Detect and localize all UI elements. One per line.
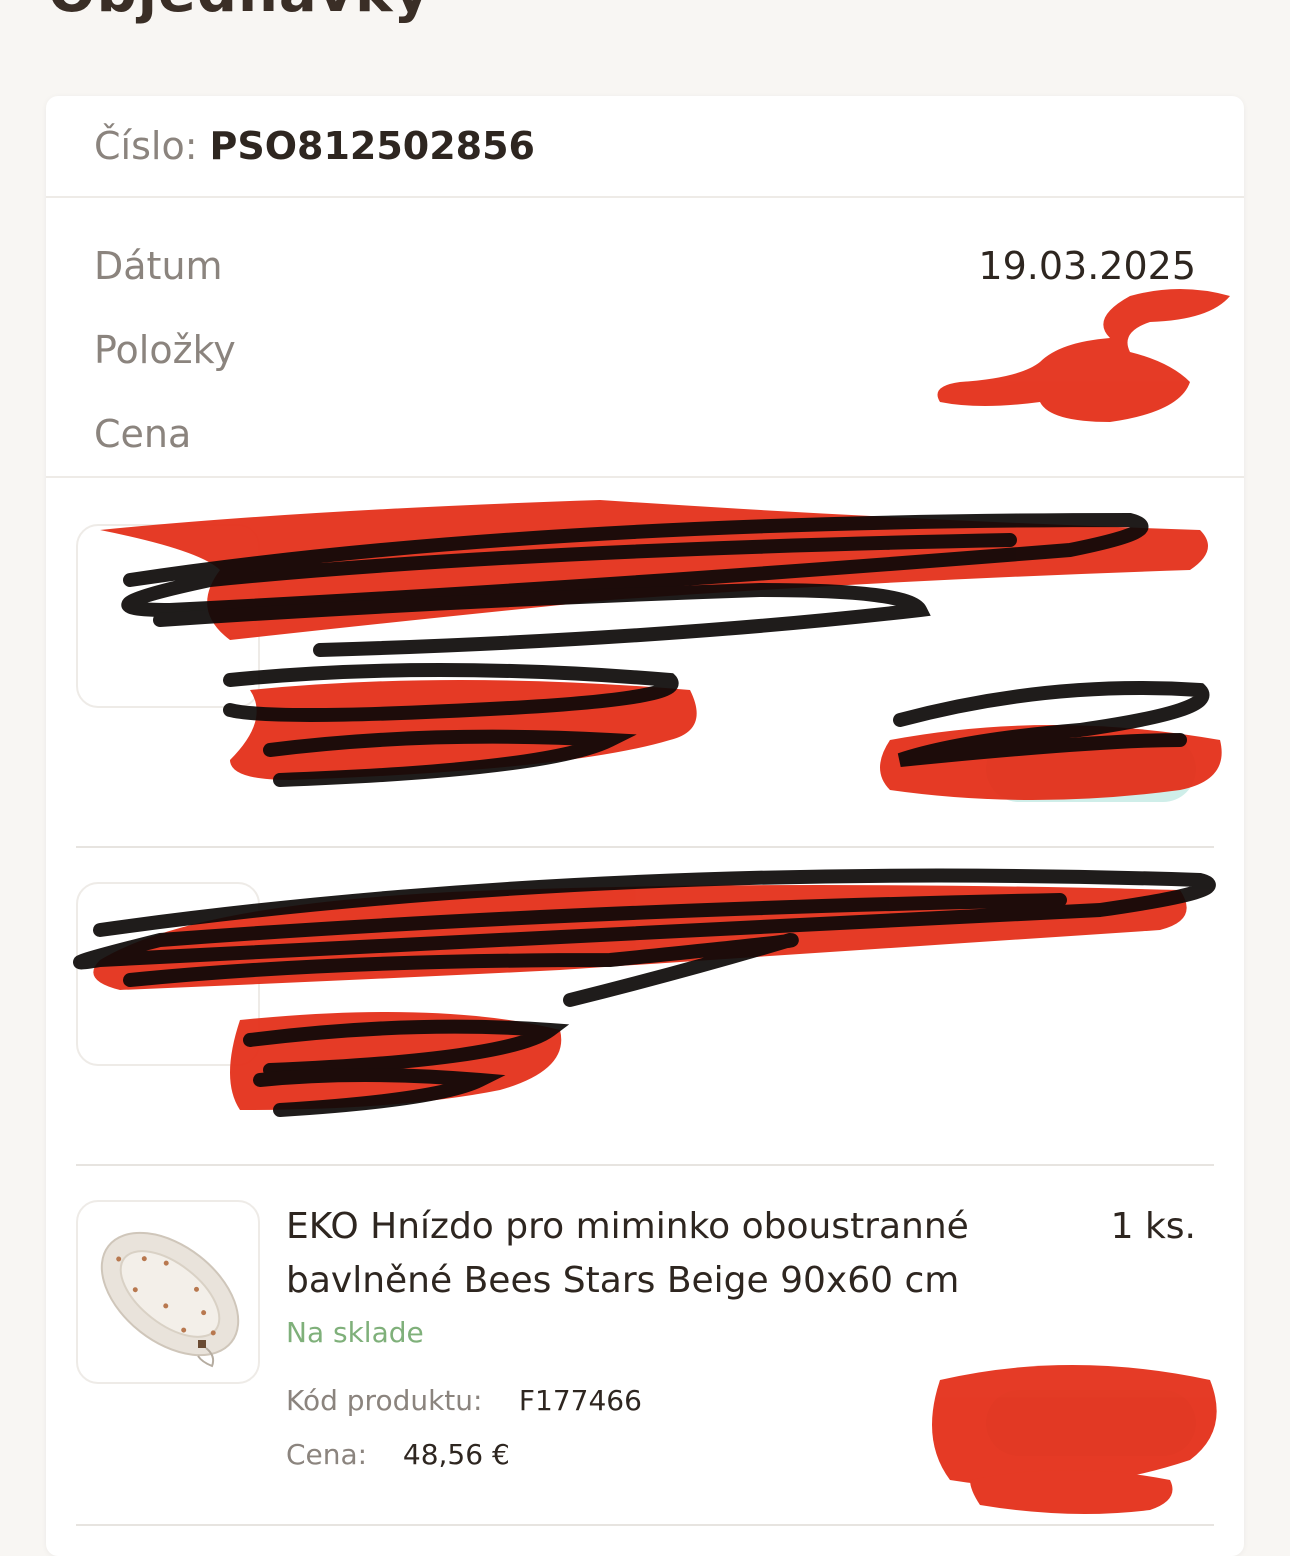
page-title: Objednávky <box>48 0 431 25</box>
stock-status: Na sklade <box>286 1316 424 1349</box>
order-number-label: Číslo: <box>94 124 198 168</box>
summary-row-price: Cena <box>94 392 1196 476</box>
product-code: F177466 <box>518 1384 642 1417</box>
price-label: Cena <box>94 412 192 456</box>
product-thumbnail[interactable] <box>76 882 260 1066</box>
add-to-cart-button[interactable] <box>986 1390 1196 1456</box>
add-to-cart-button[interactable] <box>986 736 1196 802</box>
items-label: Položky <box>94 328 236 372</box>
order-items-list: EKO Hnízdo pro miminko oboustranné bavln… <box>46 478 1244 1526</box>
product-code-row: Kód produktu: F177466 <box>286 1384 642 1417</box>
summary-row-items: Položky <box>94 308 1196 392</box>
date-value: 19.03.2025 <box>978 244 1196 288</box>
product-thumbnail[interactable] <box>76 1200 260 1384</box>
list-item[interactable] <box>76 848 1214 1166</box>
product-price-row: Cena: 48,56 € <box>286 1438 510 1471</box>
product-price-label: Cena: <box>286 1438 368 1471</box>
list-item[interactable] <box>76 478 1214 848</box>
product-code-label: Kód produktu: <box>286 1384 483 1417</box>
baby-nest-image <box>100 1231 240 1368</box>
order-number: PSO812502856 <box>209 124 536 168</box>
product-name[interactable]: EKO Hnízdo pro miminko oboustranné bavln… <box>286 1200 1006 1308</box>
product-quantity: 1 ks. <box>1110 1206 1196 1247</box>
list-item[interactable]: EKO Hnízdo pro miminko oboustranné bavln… <box>76 1166 1214 1526</box>
order-number-row: Číslo: PSO812502856 <box>46 96 1244 198</box>
date-label: Dátum <box>94 244 223 288</box>
summary-row-date: Dátum 19.03.2025 <box>94 224 1196 308</box>
order-card: Číslo: PSO812502856 Dátum 19.03.2025 Pol… <box>46 96 1244 1556</box>
product-price: 48,56 € <box>402 1438 510 1471</box>
product-thumbnail[interactable] <box>76 524 260 708</box>
order-summary: Dátum 19.03.2025 Položky Cena <box>46 198 1244 478</box>
